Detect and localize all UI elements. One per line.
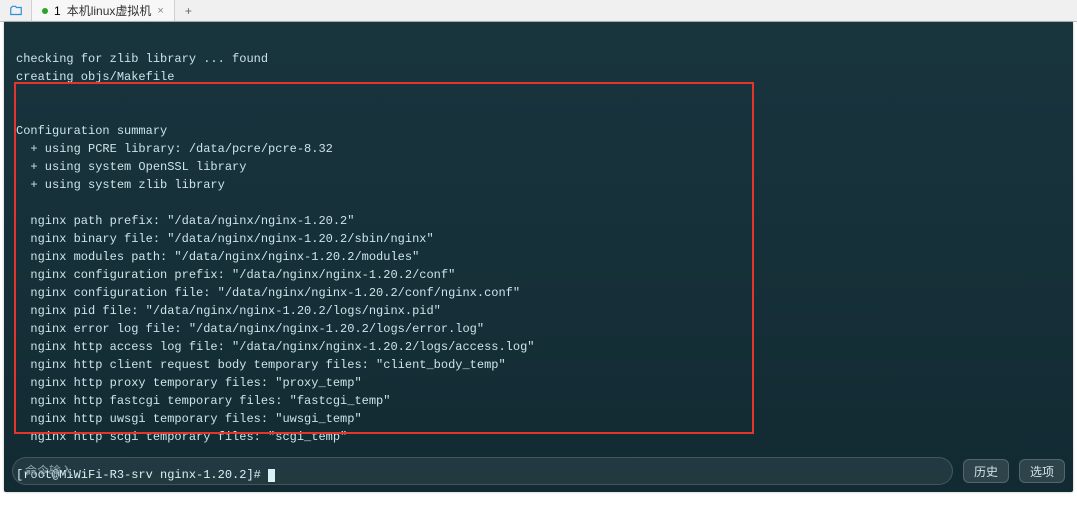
- output-line: nginx modules path: "/data/nginx/nginx-1…: [16, 250, 419, 264]
- output-line: nginx pid file: "/data/nginx/nginx-1.20.…: [16, 304, 441, 318]
- output-line: nginx http fastcgi temporary files: "fas…: [16, 394, 390, 408]
- folder-icon[interactable]: [0, 0, 32, 22]
- output-line: nginx configuration prefix: "/data/nginx…: [16, 268, 455, 282]
- terminal-output[interactable]: checking for zlib library ... found crea…: [4, 22, 1073, 464]
- output-line: Configuration summary: [16, 124, 167, 138]
- tab-active[interactable]: 1 本机linux虚拟机 ×: [32, 0, 175, 21]
- options-button[interactable]: 选项: [1019, 459, 1065, 483]
- history-button[interactable]: 历史: [963, 459, 1009, 483]
- output-line: + using system OpenSSL library: [16, 160, 246, 174]
- command-input-bar: 历史 选项: [12, 456, 1065, 486]
- tab-badge: 1: [54, 4, 61, 18]
- output-line: nginx http scgi temporary files: "scgi_t…: [16, 430, 347, 444]
- command-input[interactable]: [25, 464, 940, 478]
- output-line: checking for zlib library ... found: [16, 52, 268, 66]
- output-line: nginx http client request body temporary…: [16, 358, 506, 372]
- status-dot-icon: [42, 8, 48, 14]
- tab-bar: 1 本机linux虚拟机 × +: [0, 0, 1077, 22]
- output-line: nginx configuration file: "/data/nginx/n…: [16, 286, 520, 300]
- output-line: nginx http proxy temporary files: "proxy…: [16, 376, 362, 390]
- output-line: nginx http uwsgi temporary files: "uwsgi…: [16, 412, 362, 426]
- output-line: nginx path prefix: "/data/nginx/nginx-1.…: [16, 214, 354, 228]
- output-line: nginx binary file: "/data/nginx/nginx-1.…: [16, 232, 434, 246]
- output-line: creating objs/Makefile: [16, 70, 174, 84]
- output-line: + using PCRE library: /data/pcre/pcre-8.…: [16, 142, 333, 156]
- tab-label: 本机linux虚拟机: [67, 2, 152, 19]
- output-line: nginx http access log file: "/data/nginx…: [16, 340, 534, 354]
- output-line: nginx error log file: "/data/nginx/nginx…: [16, 322, 484, 336]
- command-input-wrapper[interactable]: [12, 457, 953, 485]
- close-icon[interactable]: ×: [157, 5, 163, 17]
- terminal-panel: checking for zlib library ... found crea…: [4, 22, 1073, 492]
- output-line: + using system zlib library: [16, 178, 225, 192]
- add-tab-button[interactable]: +: [175, 4, 202, 18]
